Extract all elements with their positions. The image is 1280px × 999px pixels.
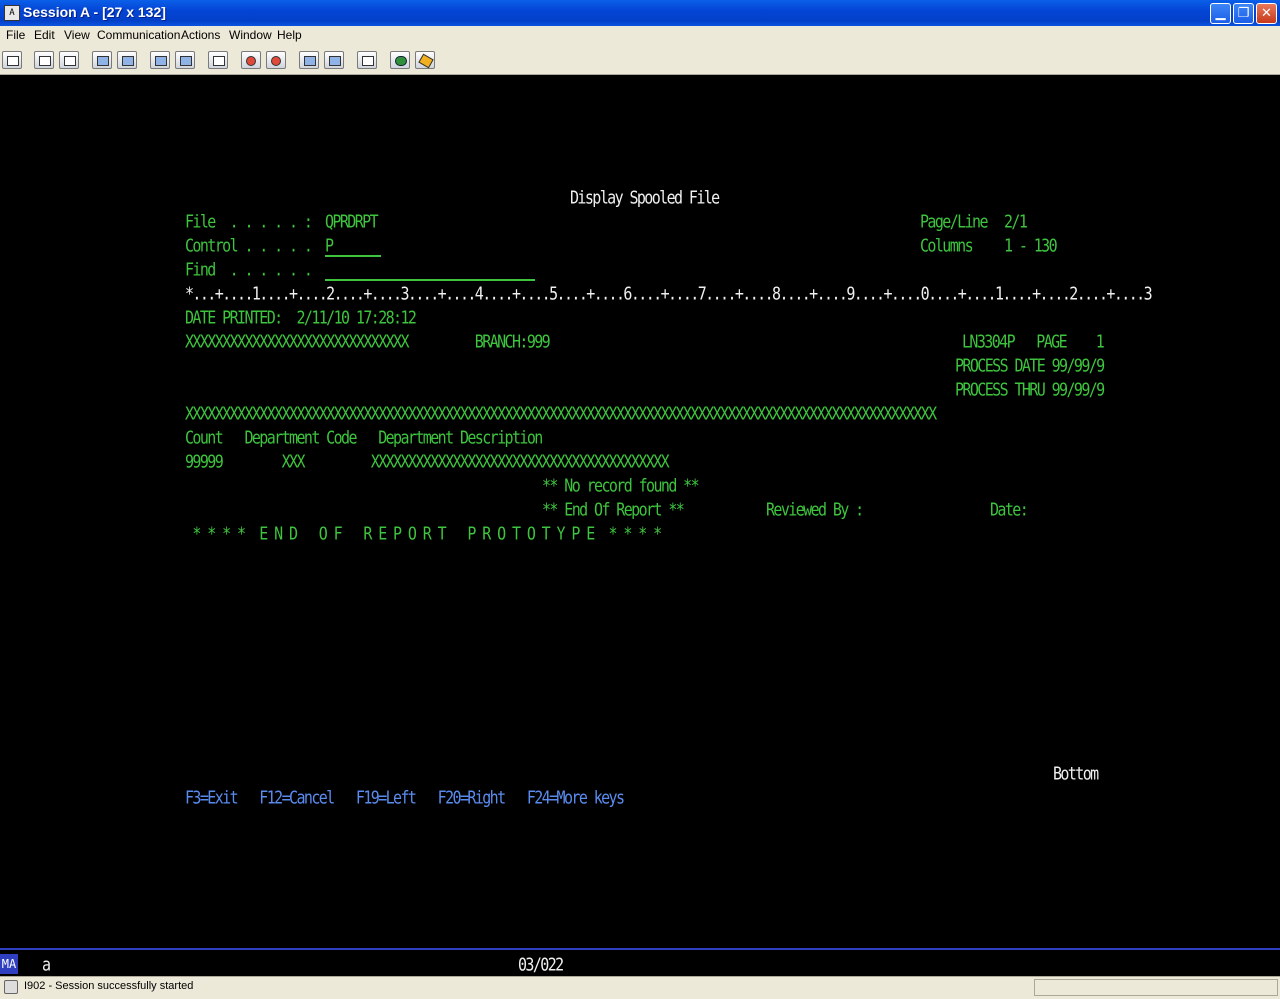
- send-file-icon[interactable]: [92, 51, 112, 69]
- close-icon: ✕: [1261, 6, 1272, 21]
- control-field[interactable]: P: [325, 235, 334, 256]
- screen-heading: Display Spooled File: [570, 187, 720, 209]
- stop-macro-icon[interactable]: [266, 51, 286, 69]
- minimize-icon: ▁: [1215, 6, 1226, 21]
- find-label: Find . . . . . .: [185, 259, 313, 281]
- keypad-icon[interactable]: [175, 51, 195, 69]
- report-line: PROCESS DATE 99/99/9: [955, 355, 1105, 377]
- menu-window[interactable]: Window: [229, 28, 272, 42]
- bottom-indicator: Bottom: [1053, 763, 1099, 785]
- function-keys[interactable]: F3=Exit F12=Cancel F19=Left F20=Right F2…: [185, 787, 625, 808]
- operator-info-area: MA a 03/022: [0, 948, 1280, 976]
- report-line: ** No record found **: [542, 475, 700, 497]
- find-field[interactable]: [325, 279, 535, 281]
- columns-value: 1 - 130: [1004, 235, 1058, 257]
- menu-edit[interactable]: Edit: [34, 28, 55, 42]
- key-icon[interactable]: [415, 51, 435, 69]
- globe-icon[interactable]: [390, 51, 410, 69]
- report-line: XXXXXXXXXXXXXXXXXXXXXXXXXXXXXXXXXXXXXXXX…: [185, 403, 937, 425]
- report-line: Count Department Code Department Descrip…: [185, 427, 543, 449]
- menu-bar: File Edit View Communication Actions Win…: [0, 26, 1280, 46]
- print-screen-icon[interactable]: [2, 51, 22, 69]
- clipboard-icon[interactable]: [357, 51, 377, 69]
- columns-label: Columns: [920, 235, 974, 257]
- cursor-position: 03/022: [518, 954, 564, 976]
- restore-button[interactable]: ❐: [1233, 3, 1254, 24]
- column-ruler: *...+....1....+....2....+....3....+....4…: [185, 283, 1153, 305]
- file-label: File . . . . . :: [185, 211, 313, 233]
- app-icon[interactable]: A: [4, 5, 20, 21]
- title-bar: A Session A - [27 x 132] ▁ ❐ ✕: [0, 0, 1280, 26]
- report-line: XXXXXXXXXXXXXXXXXXXXXXXXXXXXXX BRANCH:99…: [185, 331, 551, 353]
- macro-list-icon[interactable]: [324, 51, 344, 69]
- report-line: Date:: [990, 499, 1029, 521]
- terminal-screen[interactable]: Display Spooled File File . . . . . : QP…: [0, 75, 1280, 948]
- record-macro-icon[interactable]: [241, 51, 261, 69]
- copy-icon[interactable]: [34, 51, 54, 69]
- status-panel: [1034, 979, 1278, 996]
- menu-communication[interactable]: Communication: [97, 28, 180, 42]
- input-indicator: a: [42, 954, 51, 976]
- play-macro-icon[interactable]: [299, 51, 319, 69]
- restore-icon: ❐: [1237, 6, 1250, 21]
- toolbar: [0, 46, 1280, 75]
- minimize-button[interactable]: ▁: [1210, 3, 1231, 24]
- file-value: QPRDRPT: [325, 211, 379, 233]
- session-indicator: MA: [0, 954, 18, 974]
- page-line-value: 2/1: [1004, 211, 1028, 233]
- display-icon[interactable]: [150, 51, 170, 69]
- report-line: Reviewed By :: [766, 499, 864, 521]
- report-line: 99999 XXX XXXXXXXXXXXXXXXXXXXXXXXXXXXXXX…: [185, 451, 670, 473]
- window-title: Session A - [27 x 132]: [23, 4, 166, 20]
- status-bar: I902 - Session successfully started: [0, 976, 1280, 999]
- paste-icon[interactable]: [59, 51, 79, 69]
- control-field-underline: [325, 255, 381, 257]
- report-line: DATE PRINTED: 2/11/10 17:28:12: [185, 307, 417, 329]
- stats-icon[interactable]: [208, 51, 228, 69]
- connection-icon: [4, 980, 18, 994]
- close-button[interactable]: ✕: [1256, 3, 1277, 24]
- page-line-label: Page/Line: [920, 211, 988, 233]
- menu-actions[interactable]: Actions: [181, 28, 220, 42]
- control-label: Control . . . . .: [185, 235, 313, 257]
- menu-file[interactable]: File: [6, 28, 25, 42]
- report-line: * * * * E N D O F R E P O R T P R O T O …: [185, 523, 662, 545]
- menu-help[interactable]: Help: [277, 28, 302, 42]
- report-line: PROCESS THRU 99/99/9: [955, 379, 1105, 401]
- report-line: LN3304P PAGE 1: [962, 331, 1105, 353]
- report-line: ** End Of Report **: [542, 499, 685, 521]
- receive-file-icon[interactable]: [117, 51, 137, 69]
- status-message: I902 - Session successfully started: [24, 980, 194, 992]
- menu-view[interactable]: View: [64, 28, 90, 42]
